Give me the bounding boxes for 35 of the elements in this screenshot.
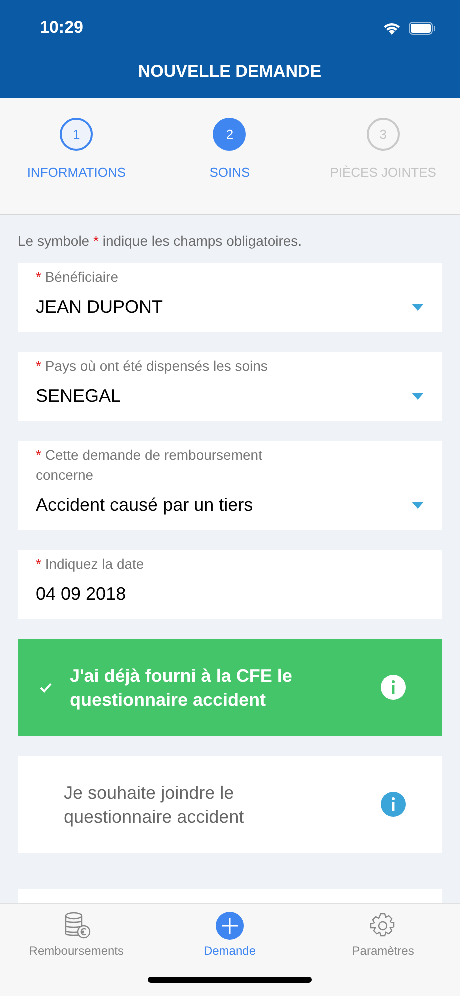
step-label: SOINS [210, 165, 250, 180]
field-value: Accident causé par un tiers [36, 495, 254, 516]
date-field[interactable]: * Indiquez la date 04 09 2018 [18, 550, 442, 619]
field-label: * Pays où ont été dispensés les soins [36, 357, 269, 376]
dropdown-field[interactable]: * Bénéficiaire JEAN DUPONT [18, 263, 442, 332]
field-value: JEAN DUPONT [36, 297, 164, 318]
field-label: * Bénéficiaire [36, 268, 120, 287]
option-card[interactable]: J'ai déjà fourni à la CFE le questionnaire accident [18, 639, 442, 736]
info-icon[interactable] [381, 675, 406, 700]
dropdown-field[interactable]: * Pays où ont été dispensés les soins SENEGAL [18, 352, 442, 421]
caret-icon [412, 502, 424, 509]
check-icon [40, 682, 52, 692]
option-card[interactable]: Je souhaite joindre le questionnaire accident [18, 756, 442, 853]
step-label: INFORMATIONS [27, 165, 126, 180]
option-label: J'ai déjà fourni à la CFE le questionnaire accident [70, 664, 294, 712]
info-icon[interactable] [381, 792, 406, 817]
step-number[interactable]: 2 [213, 118, 246, 151]
dropdown-field[interactable]: * Cette demande de remboursement concerne Accident causé par un tiers [18, 441, 442, 530]
field-label: * Cette demande de remboursement concerne [36, 446, 264, 485]
step-number[interactable]: 1 [60, 118, 94, 151]
field-value: 04 09 2018 [36, 584, 126, 605]
plus-icon [216, 912, 244, 940]
tab-item[interactable]: Demande [153, 904, 307, 959]
tab-item[interactable]: Remboursements [0, 904, 154, 959]
option-label: Je souhaite joindre le questionnaire accident [63, 782, 246, 828]
caret-icon [412, 393, 424, 400]
tab-item[interactable]: Paramètres [306, 904, 460, 959]
field-value: SENEGAL [36, 386, 122, 407]
screen-title: NOUVELLE DEMANDE [137, 62, 323, 82]
caret-icon [412, 304, 424, 311]
field-label: * Indiquez la date [36, 555, 146, 574]
battery-icon [409, 22, 436, 34]
wifi-icon [383, 22, 401, 34]
required-hint: Le symbole * indique les champs obligatoires. [18, 233, 304, 249]
status-time: 10:29 [40, 18, 84, 38]
